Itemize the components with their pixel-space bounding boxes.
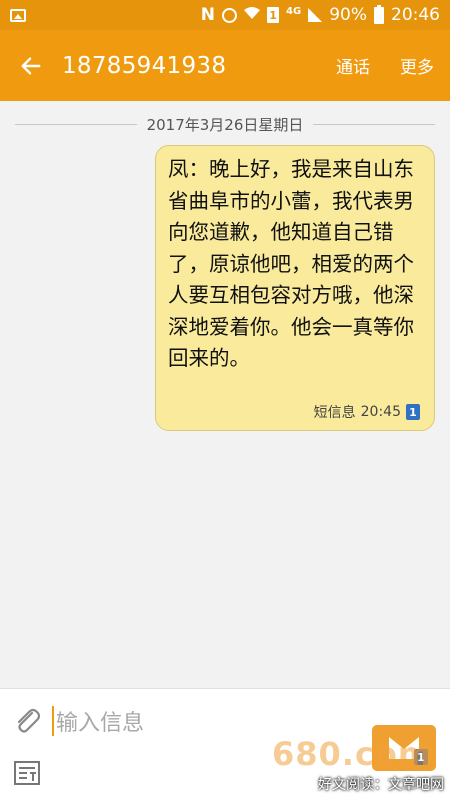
sim-1-icon: 1 [406,404,420,420]
arrow-left-icon [21,56,41,75]
back-button[interactable] [0,30,62,101]
watermark-logo: 680.com [272,735,433,773]
battery-percent: 90% [329,5,367,25]
network-type-label: 4G [286,5,302,17]
attach-button[interactable] [12,705,42,735]
message-meta: 短信息 20:45 1 [314,402,420,422]
date-divider: 2017年3月26日星期日 [0,114,450,135]
call-button[interactable]: 通话 [336,53,370,78]
message-text: 凤：晚上好，我是来自山东省曲阜市的小蕾，我代表男向您道歉，他知道自己错了，原谅他… [168,157,414,370]
paperclip-icon [17,708,41,733]
battery-icon [374,4,384,24]
alarm-icon [222,7,238,23]
app-bar: 18785941938 通话 更多 [0,30,450,101]
gallery-notification-icon [10,8,26,22]
divider-line [313,124,435,125]
template-button[interactable] [14,761,40,785]
message-time: 20:45 [360,404,401,420]
conversation-date: 2017年3月26日星期日 [146,116,304,134]
message-type: 短信息 [313,405,356,421]
text-cursor [52,706,54,736]
message-bubble[interactable]: 凤：晚上好，我是来自山东省曲阜市的小蕾，我代表男向您道歉，他知道自己错了，原谅他… [155,145,435,431]
more-button[interactable]: 更多 [400,53,434,78]
watermark-caption: 好文阅读：文章吧网 [318,777,444,793]
divider-line [15,124,137,125]
signal-strength-icon [308,8,323,22]
message-input[interactable]: 输入信息 [52,703,352,739]
message-input-placeholder: 输入信息 [56,711,145,736]
wifi-icon [244,5,261,25]
contact-number: 18785941938 [62,52,227,79]
nfc-icon: N [200,5,216,25]
text-template-icon [14,761,40,785]
status-bar: N 1 4G 90% 20:46 [0,0,450,30]
status-time: 20:46 [391,5,440,25]
sim-card-icon: 1 [267,7,280,23]
